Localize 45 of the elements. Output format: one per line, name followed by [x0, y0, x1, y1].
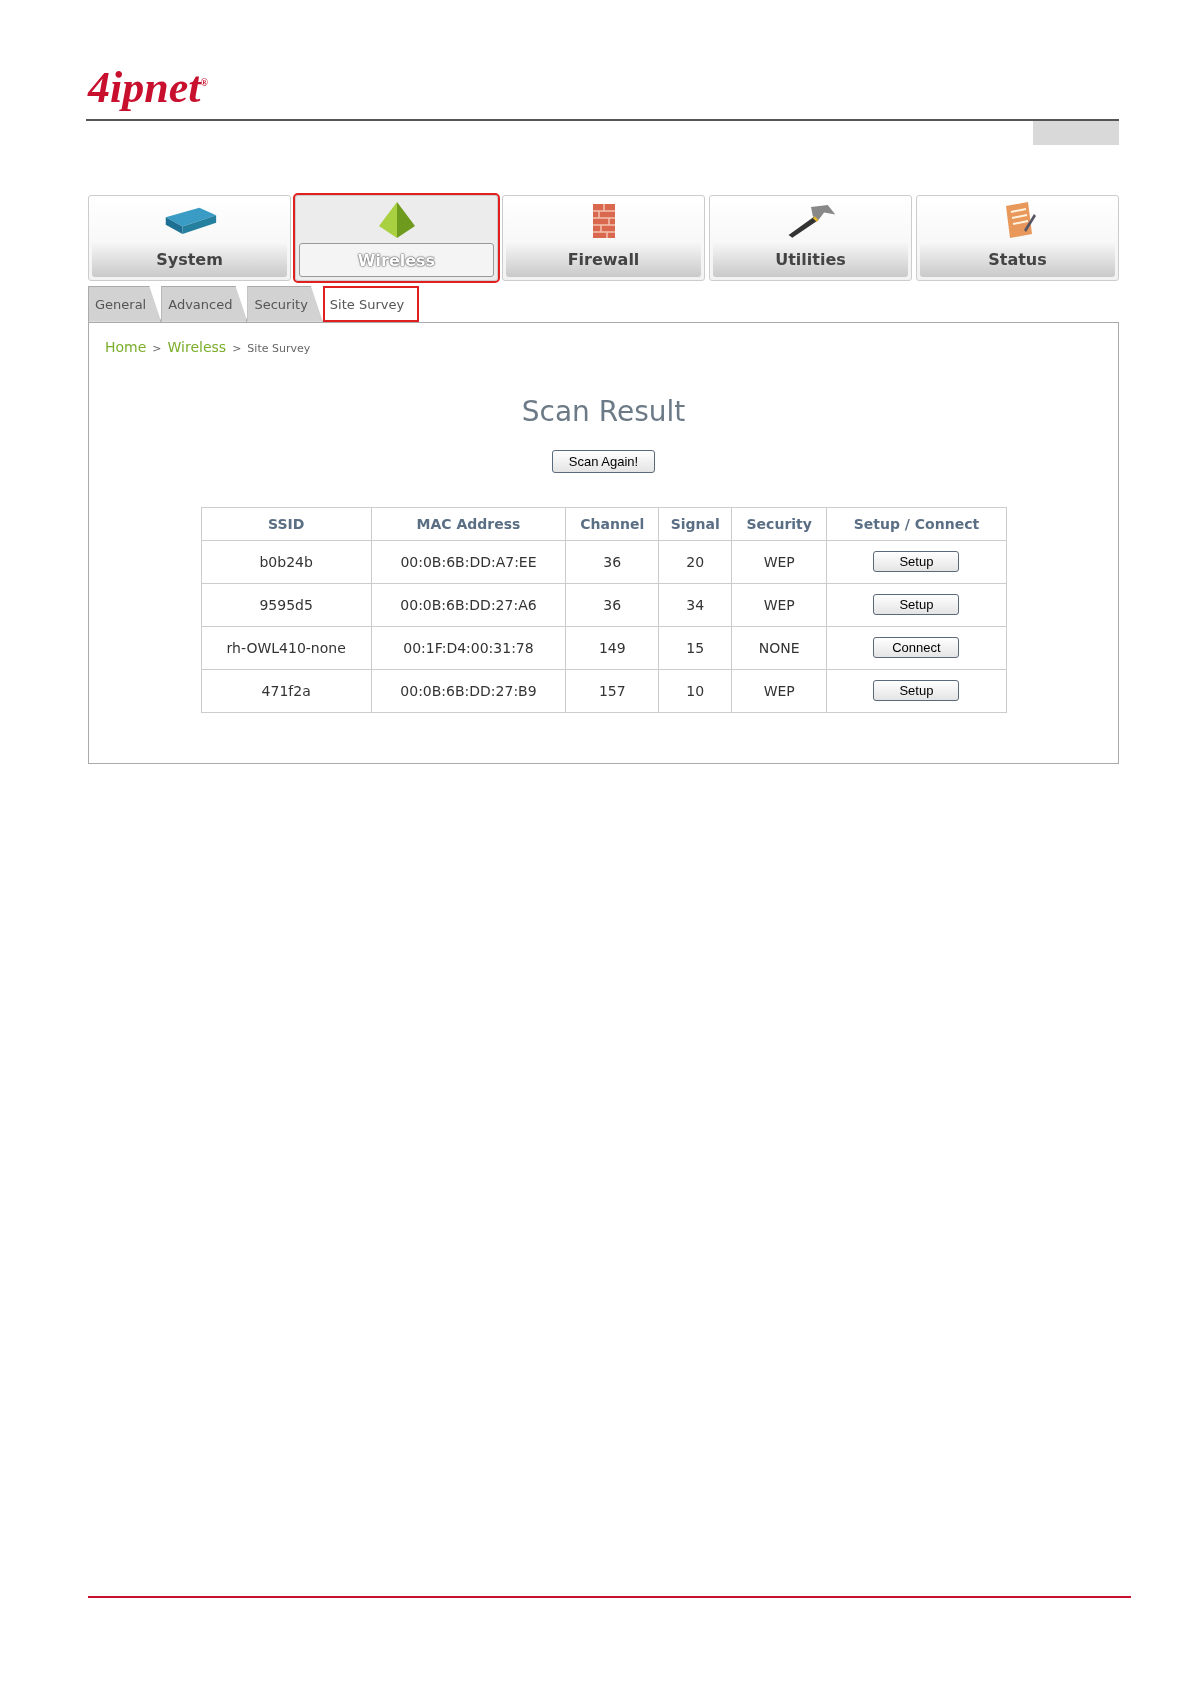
table-cell: 10	[658, 669, 732, 713]
column-header: Setup / Connect	[826, 507, 1006, 541]
tab[interactable]: Security	[247, 285, 323, 322]
action-button[interactable]: Connect	[873, 637, 960, 659]
column-header: Channel	[565, 507, 659, 541]
breadcrumb-current: Site Survey	[247, 341, 311, 355]
table-cell: 15	[658, 626, 732, 670]
page-title: Scan Result	[520, 394, 687, 428]
action-button[interactable]: Setup	[873, 551, 960, 573]
table-cell: 00:1F:D4:00:31:78	[371, 626, 566, 670]
table-cell: 471f2a	[201, 669, 372, 713]
table-cell: 9595d5	[201, 583, 372, 627]
table-cell: 00:0B:6B:DD:27:B9	[371, 669, 566, 713]
action-button[interactable]: Setup	[873, 680, 960, 702]
column-header: SSID	[201, 507, 372, 541]
breadcrumb-separator: >	[152, 341, 162, 355]
menu-item[interactable]: Firewall	[502, 194, 705, 281]
breadcrumb-separator: >	[232, 341, 242, 355]
table-cell: 36	[565, 583, 659, 627]
table-cell: 34	[658, 583, 732, 627]
table-cell: 20	[658, 540, 732, 584]
table-cell: 149	[565, 626, 659, 670]
action-button[interactable]: Setup	[873, 594, 960, 616]
menu-item[interactable]: Utilities	[709, 194, 912, 281]
menu-item[interactable]: Status	[916, 194, 1119, 281]
scan-again-button[interactable]: Scan Again!	[551, 449, 656, 473]
table-cell: WEP	[731, 669, 827, 713]
table-cell: 36	[565, 540, 659, 584]
column-header: Security	[731, 507, 827, 541]
table-cell: b0b24b	[201, 540, 372, 584]
table-cell: WEP	[731, 540, 827, 584]
table-cell: 00:0B:6B:DD:27:A6	[371, 583, 566, 627]
company-logo: 4ipnet$^{®}$	[88, 61, 208, 113]
table-cell: WEP	[731, 583, 827, 627]
tab[interactable]: General	[88, 285, 162, 322]
column-header: MAC Address	[371, 507, 566, 541]
menu-item[interactable]: System	[88, 194, 291, 281]
table-cell: rh-OWL410-none	[201, 626, 372, 670]
table-cell: 00:0B:6B:DD:A7:EE	[371, 540, 566, 584]
table-cell: 157	[565, 669, 659, 713]
menu-item[interactable]: Wireless	[295, 194, 498, 281]
tab[interactable]: Advanced	[161, 285, 248, 322]
table-cell: NONE	[731, 626, 827, 670]
tab[interactable]: Site Survey	[322, 285, 420, 322]
column-header: Signal	[658, 507, 732, 541]
